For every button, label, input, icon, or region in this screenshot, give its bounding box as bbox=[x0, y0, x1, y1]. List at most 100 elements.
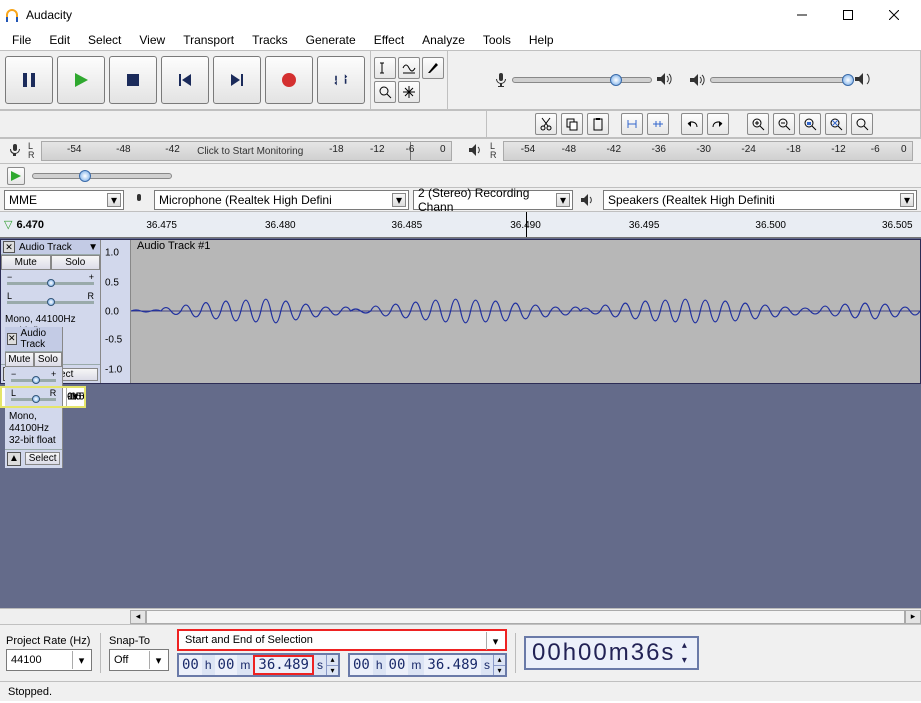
menu-help[interactable]: Help bbox=[521, 31, 562, 49]
track-select-button[interactable]: Select bbox=[25, 452, 60, 465]
recording-meter[interactable]: LR -54 -48 -42 Click to Start Monitoring… bbox=[0, 139, 460, 163]
playback-volume-slider[interactable] bbox=[710, 77, 850, 83]
pan-slider[interactable] bbox=[11, 398, 56, 401]
lr-label: LR bbox=[28, 142, 35, 160]
solo-button[interactable]: Solo bbox=[34, 352, 63, 367]
time-spinner[interactable]: ▴▾ bbox=[679, 638, 691, 668]
window-close-button[interactable] bbox=[871, 0, 917, 30]
track-name[interactable]: Audio Track bbox=[21, 328, 61, 350]
play-at-speed-button[interactable] bbox=[7, 167, 25, 185]
track-row: ✕ Audio Track ▼ Mute Solo −+ LR Mono, 44… bbox=[0, 239, 921, 384]
window-maximize-button[interactable] bbox=[825, 0, 871, 30]
mixer-toolbar bbox=[448, 51, 921, 109]
menu-file[interactable]: File bbox=[4, 31, 39, 49]
selection-end-time[interactable]: 00h 00m 36.489s ▴▾ bbox=[348, 653, 507, 677]
audio-host-select[interactable]: MME▾ bbox=[4, 190, 124, 210]
zoom-fit-button[interactable] bbox=[825, 113, 847, 135]
track-close-button[interactable]: ✕ bbox=[7, 333, 17, 345]
zoom-toggle-button[interactable] bbox=[851, 113, 873, 135]
menu-select[interactable]: Select bbox=[80, 31, 129, 49]
play-at-speed-toolbar bbox=[0, 164, 921, 188]
collapse-button[interactable]: ▲ bbox=[7, 452, 21, 466]
selection-toolbar: Project Rate (Hz) 44100▾ Snap-To Off▾ St… bbox=[0, 624, 921, 681]
envelope-tool[interactable] bbox=[398, 57, 420, 79]
menu-transport[interactable]: Transport bbox=[175, 31, 242, 49]
project-rate-select[interactable]: 44100▾ bbox=[6, 649, 92, 671]
transport-toolbar bbox=[0, 51, 371, 109]
window-minimize-button[interactable] bbox=[779, 0, 825, 30]
gain-slider[interactable] bbox=[11, 379, 56, 382]
rec-level-icon bbox=[656, 72, 676, 89]
horizontal-scrollbar[interactable]: ◂ ▸ bbox=[0, 608, 921, 624]
stop-button[interactable] bbox=[109, 56, 157, 104]
mute-button[interactable]: Mute bbox=[1, 255, 51, 270]
status-text: Stopped. bbox=[8, 686, 52, 698]
draw-tool[interactable] bbox=[422, 57, 444, 79]
cursor-time: 6.470 bbox=[16, 219, 44, 231]
play-level-icon bbox=[854, 72, 874, 89]
time-spinner[interactable]: ▴▾ bbox=[326, 655, 338, 675]
playhead-marker-icon[interactable]: ▽ bbox=[4, 218, 12, 231]
recording-channels-select[interactable]: 2 (Stereo) Recording Chann▾ bbox=[413, 190, 573, 210]
speaker-icon bbox=[577, 190, 599, 210]
menu-effect[interactable]: Effect bbox=[366, 31, 412, 49]
pause-button[interactable] bbox=[5, 56, 53, 104]
pan-slider[interactable] bbox=[7, 301, 94, 304]
playback-speed-slider[interactable] bbox=[32, 173, 172, 179]
menu-tools[interactable]: Tools bbox=[475, 31, 519, 49]
chevron-down-icon: ▾ bbox=[72, 651, 90, 669]
device-toolbar: MME▾ Microphone (Realtek High Defini▾ 2 … bbox=[0, 188, 921, 212]
gain-slider[interactable] bbox=[7, 282, 94, 285]
recording-device-select[interactable]: Microphone (Realtek High Defini▾ bbox=[154, 190, 409, 210]
silence-button[interactable] bbox=[647, 113, 669, 135]
track-close-button[interactable]: ✕ bbox=[3, 241, 15, 253]
menu-edit[interactable]: Edit bbox=[41, 31, 78, 49]
undo-button[interactable] bbox=[681, 113, 703, 135]
zoom-sel-button[interactable] bbox=[799, 113, 821, 135]
status-bar: Stopped. bbox=[0, 681, 921, 701]
zoom-in-button[interactable] bbox=[747, 113, 769, 135]
redo-button[interactable] bbox=[707, 113, 729, 135]
skip-end-button[interactable] bbox=[213, 56, 261, 104]
selection-tool[interactable] bbox=[374, 57, 396, 79]
loop-button[interactable] bbox=[317, 56, 365, 104]
cut-button[interactable] bbox=[535, 113, 557, 135]
zoom-out-button[interactable] bbox=[773, 113, 795, 135]
waveform-canvas[interactable]: Audio Track #1 bbox=[131, 240, 920, 383]
paste-button[interactable] bbox=[587, 113, 609, 135]
chevron-down-icon: ▾ bbox=[900, 193, 914, 207]
recording-volume-slider[interactable] bbox=[512, 77, 652, 83]
menu-tracks[interactable]: Tracks bbox=[244, 31, 296, 49]
track-menu-dropdown[interactable]: ▼ bbox=[88, 242, 98, 253]
track-control-panel[interactable]: ✕ Audio Track ▼ Mute Solo −+ LR Mono, 44… bbox=[5, 327, 63, 468]
playback-meter[interactable]: LR -54 -48 -42 -36 -30 -24 -18 -12 -6 0 bbox=[460, 139, 921, 163]
vertical-scale[interactable]: 1.0 0.5 0.0 -0.5 -1.0 bbox=[101, 240, 131, 383]
trim-button[interactable] bbox=[621, 113, 643, 135]
snap-to-select[interactable]: Off▾ bbox=[109, 649, 169, 671]
timeline-ruler[interactable]: ▽ 6.470 36.475 36.480 36.485 36.490 36.4… bbox=[0, 212, 921, 238]
zoom-tool[interactable] bbox=[374, 81, 396, 103]
multi-tool[interactable] bbox=[398, 81, 420, 103]
skip-start-button[interactable] bbox=[161, 56, 209, 104]
snap-to-label: Snap-To bbox=[109, 635, 169, 647]
record-button[interactable] bbox=[265, 56, 313, 104]
click-to-monitor-text[interactable]: Click to Start Monitoring bbox=[197, 146, 303, 157]
playback-device-select[interactable]: Speakers (Realtek High Definiti▾ bbox=[603, 190, 917, 210]
menu-generate[interactable]: Generate bbox=[298, 31, 364, 49]
solo-button[interactable]: Solo bbox=[51, 255, 101, 270]
time-spinner[interactable]: ▴▾ bbox=[493, 655, 505, 675]
mute-button[interactable]: Mute bbox=[5, 352, 34, 367]
scroll-left-button[interactable]: ◂ bbox=[130, 610, 146, 624]
menu-view[interactable]: View bbox=[131, 31, 173, 49]
audio-position-display[interactable]: 00h00m36s ▴▾ bbox=[524, 636, 699, 670]
menu-analyze[interactable]: Analyze bbox=[414, 31, 473, 49]
selection-mode-combo[interactable]: Start and End of Selection▾ bbox=[177, 629, 507, 651]
track-name[interactable]: Audio Track bbox=[19, 242, 72, 253]
scroll-right-button[interactable]: ▸ bbox=[905, 610, 921, 624]
title-bar: Audacity bbox=[0, 0, 921, 30]
copy-button[interactable] bbox=[561, 113, 583, 135]
chevron-down-icon: ▾ bbox=[107, 193, 121, 207]
selection-start-time[interactable]: 00h 00m 36.489s ▴▾ bbox=[177, 653, 340, 677]
mic-icon bbox=[490, 70, 512, 90]
play-button[interactable] bbox=[57, 56, 105, 104]
